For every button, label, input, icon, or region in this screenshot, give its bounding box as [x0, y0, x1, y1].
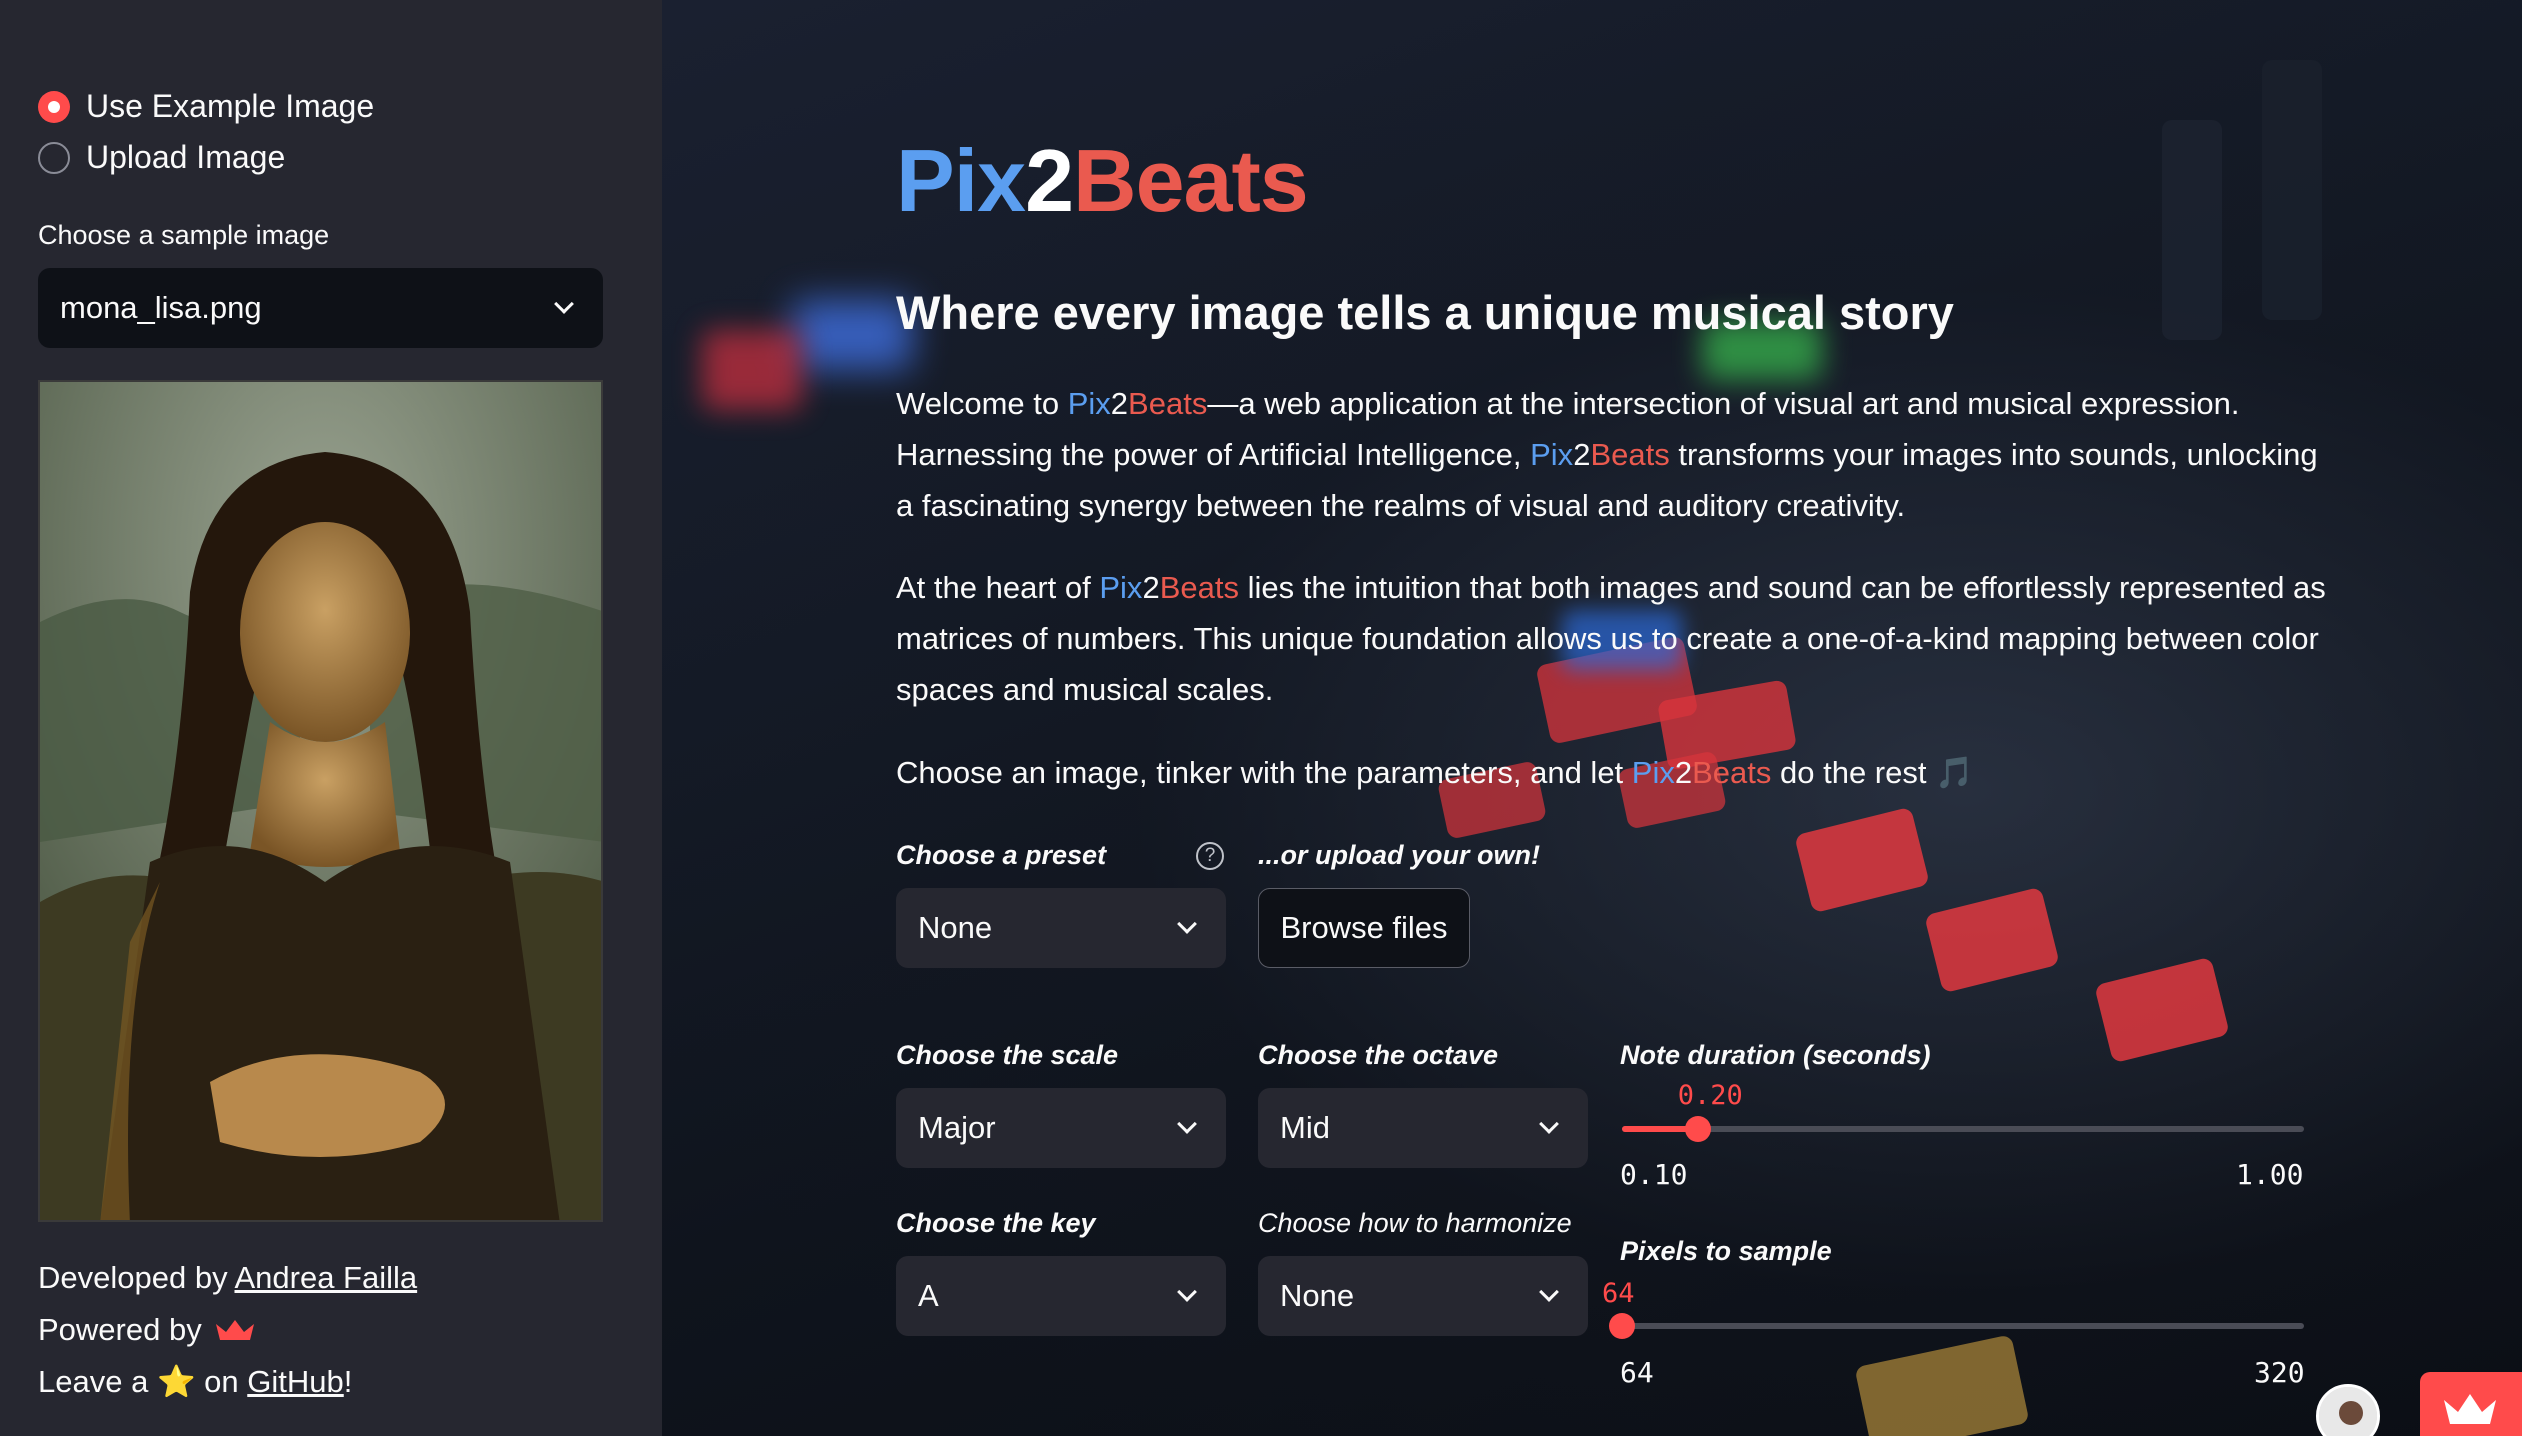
brand-two: 2 — [1110, 386, 1129, 421]
select-value: None — [918, 910, 993, 945]
pixels-track[interactable] — [1622, 1323, 2304, 1329]
title-pix: Pix — [896, 131, 1026, 230]
powered-by-line: Powered by — [38, 1312, 256, 1348]
footer-text: Powered by — [38, 1312, 211, 1347]
brand-pix: Pix — [1099, 570, 1143, 605]
select-value: None — [1280, 1278, 1355, 1313]
paragraph-text: At the heart of — [896, 570, 1100, 605]
select-value: Mid — [1280, 1110, 1330, 1145]
brand-two: 2 — [1573, 437, 1591, 472]
octave-select[interactable]: Mid — [1258, 1088, 1588, 1168]
help-icon[interactable]: ? — [1196, 842, 1224, 870]
radio-use-example[interactable]: Use Example Image — [38, 88, 374, 125]
avatar-icon — [2319, 1387, 2377, 1436]
paragraph-text: do the rest — [1771, 755, 1936, 790]
sample-image-preview — [38, 380, 603, 1222]
page-subtitle: Where every image tells a unique musical… — [896, 286, 1954, 339]
brand-beats: Beats — [1692, 755, 1772, 790]
note-duration-track[interactable] — [1622, 1126, 2304, 1132]
star-icon: ⭐ — [156, 1364, 196, 1399]
key-select[interactable]: A — [896, 1256, 1226, 1336]
radio-label: Upload Image — [86, 139, 286, 175]
note-duration-label: Note duration (seconds) — [1620, 1040, 1931, 1070]
github-star-line: Leave a ⭐ on GitHub! — [38, 1363, 352, 1400]
preset-select[interactable]: None — [896, 888, 1226, 968]
intro-paragraph-3: Choose an image, tinker with the paramet… — [896, 747, 2336, 798]
streamlit-badge[interactable] — [2420, 1372, 2522, 1436]
footer-text: ! — [343, 1364, 353, 1399]
brand-pix: Pix — [1530, 437, 1574, 472]
preset-label: Choose a preset — [896, 840, 1107, 870]
pixels-label: Pixels to sample — [1620, 1236, 1832, 1266]
footer-text: on — [195, 1364, 248, 1399]
paragraph-text: Choose an image, tinker with the paramet… — [896, 755, 1632, 790]
radio-upload-image[interactable]: Upload Image — [38, 139, 285, 176]
note-duration-value: 0.20 — [1677, 1080, 1743, 1111]
developer-link[interactable]: Andrea Failla — [234, 1260, 417, 1295]
developed-by-line: Developed by Andrea Failla — [38, 1260, 417, 1296]
radio-unchecked-icon — [38, 141, 70, 174]
note-duration-thumb[interactable] — [1684, 1116, 1711, 1142]
chevron-down-icon — [554, 294, 574, 314]
sidebar: Use Example Image Upload Image Choose a … — [0, 0, 662, 1436]
pixels-min: 64 — [1620, 1356, 1654, 1389]
select-value: A — [918, 1278, 939, 1313]
brand-two: 2 — [1142, 570, 1160, 605]
harmonize-select[interactable]: None — [1258, 1256, 1588, 1336]
chevron-down-icon — [1539, 1114, 1559, 1134]
brand-beats: Beats — [1128, 386, 1208, 421]
github-link[interactable]: GitHub — [247, 1364, 343, 1399]
pixels-max: 320 — [2254, 1356, 2305, 1389]
mona-lisa-painting — [40, 382, 601, 1220]
sample-select-label: Choose a sample image — [38, 220, 330, 250]
pixels-value: 64 — [1602, 1278, 1635, 1309]
brand-beats: Beats — [1159, 570, 1239, 605]
radio-label: Use Example Image — [86, 88, 375, 124]
chevron-down-icon — [1177, 1114, 1197, 1134]
streamlit-crown-icon — [2444, 1394, 2496, 1424]
title-two: 2 — [1025, 131, 1074, 230]
chevron-down-icon — [1177, 1282, 1197, 1302]
upload-label: ...or upload your own! — [1258, 840, 1540, 870]
harmonize-label: Choose how to harmonize — [1258, 1208, 1572, 1238]
title-beats: Beats — [1073, 131, 1309, 230]
browse-files-button[interactable]: Browse files — [1258, 888, 1470, 968]
main-content: Pix2Beats Where every image tells a uniq… — [662, 0, 2522, 1436]
key-label: Choose the key — [896, 1208, 1096, 1238]
scale-select[interactable]: Major — [896, 1088, 1226, 1168]
intro-paragraph-1: Welcome to Pix2Beats—a web application a… — [896, 378, 2336, 531]
select-value: Major — [918, 1110, 996, 1145]
brand-pix: Pix — [1631, 755, 1675, 790]
brand-two: 2 — [1674, 755, 1693, 790]
radio-checked-icon — [38, 90, 70, 123]
paragraph-text: Welcome to — [896, 386, 1068, 421]
note-duration-max: 1.00 — [2236, 1158, 2304, 1191]
note-duration-min: 0.10 — [1620, 1158, 1688, 1191]
intro-paragraph-2: At the heart of Pix2Beats lies the intui… — [896, 562, 2336, 715]
chevron-down-icon — [1177, 914, 1197, 934]
chevron-down-icon — [1539, 1282, 1559, 1302]
footer-text: Developed by — [38, 1260, 235, 1295]
sample-image-select[interactable]: mona_lisa.png — [38, 268, 603, 348]
scale-label: Choose the scale — [896, 1040, 1119, 1070]
streamlit-crown-icon — [216, 1320, 255, 1340]
app-title: Pix2Beats — [896, 130, 1309, 232]
octave-label: Choose the octave — [1258, 1040, 1499, 1070]
brand-pix: Pix — [1067, 386, 1111, 421]
footer-text: Leave a — [38, 1364, 157, 1399]
select-value: mona_lisa.png — [60, 290, 262, 325]
brand-beats: Beats — [1590, 437, 1670, 472]
pixels-thumb[interactable] — [1609, 1313, 1635, 1339]
music-note-icon: 🎵 — [1935, 755, 1974, 790]
